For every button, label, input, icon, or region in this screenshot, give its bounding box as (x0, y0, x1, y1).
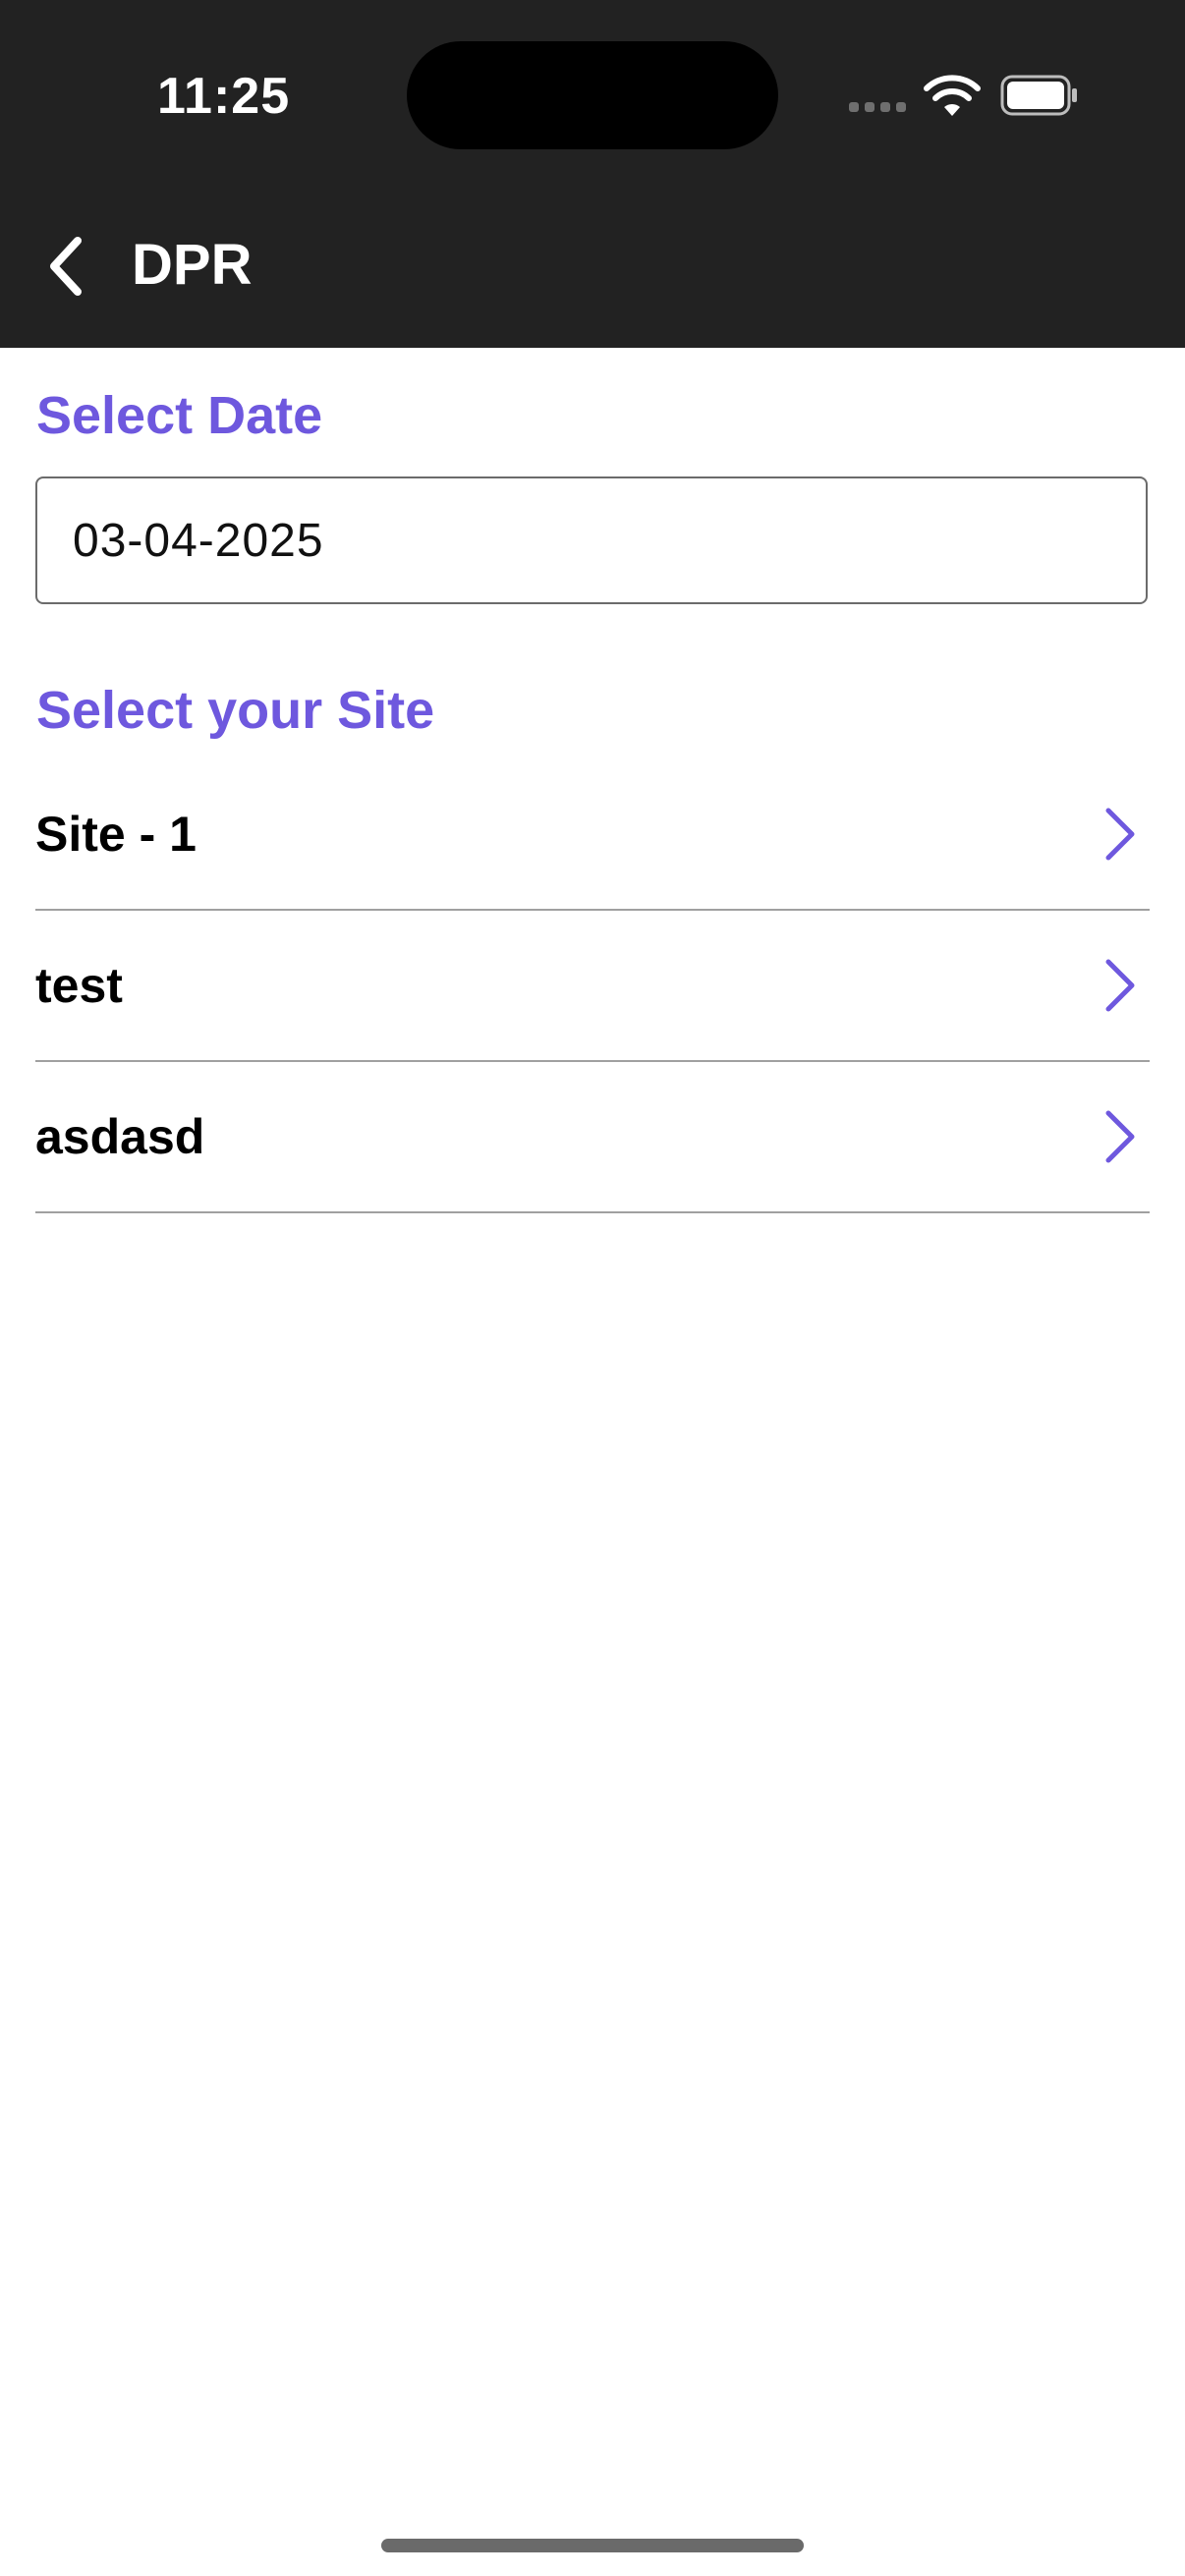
date-field[interactable]: 03-04-2025 (35, 476, 1148, 604)
select-date-label: Select Date (36, 386, 323, 445)
site-name: test (35, 958, 123, 1013)
dynamic-island (407, 41, 778, 149)
home-indicator[interactable] (381, 2539, 804, 2552)
chevron-left-icon (50, 237, 82, 296)
page-title: DPR (132, 233, 253, 297)
site-name: asdasd (35, 1109, 205, 1164)
signal-icon (849, 102, 906, 112)
date-value: 03-04-2025 (73, 514, 324, 567)
chevron-right-icon (1105, 959, 1135, 1012)
chevron-right-icon (1105, 808, 1135, 861)
chevron-right-icon (1105, 1110, 1135, 1163)
status-time: 11:25 (157, 68, 291, 125)
back-button[interactable] (22, 222, 110, 310)
site-list: Site - 1 test asdasd (35, 759, 1150, 1213)
site-list-item[interactable]: test (35, 911, 1150, 1062)
site-name: Site - 1 (35, 807, 197, 862)
site-list-item[interactable]: Site - 1 (35, 759, 1150, 911)
battery-icon (1000, 75, 1077, 116)
site-list-item[interactable]: asdasd (35, 1062, 1150, 1213)
navigation-bar: DPR (0, 193, 1185, 348)
select-site-label: Select your Site (36, 681, 435, 740)
status-bar: 11:25 (0, 0, 1185, 193)
wifi-icon (924, 75, 981, 116)
